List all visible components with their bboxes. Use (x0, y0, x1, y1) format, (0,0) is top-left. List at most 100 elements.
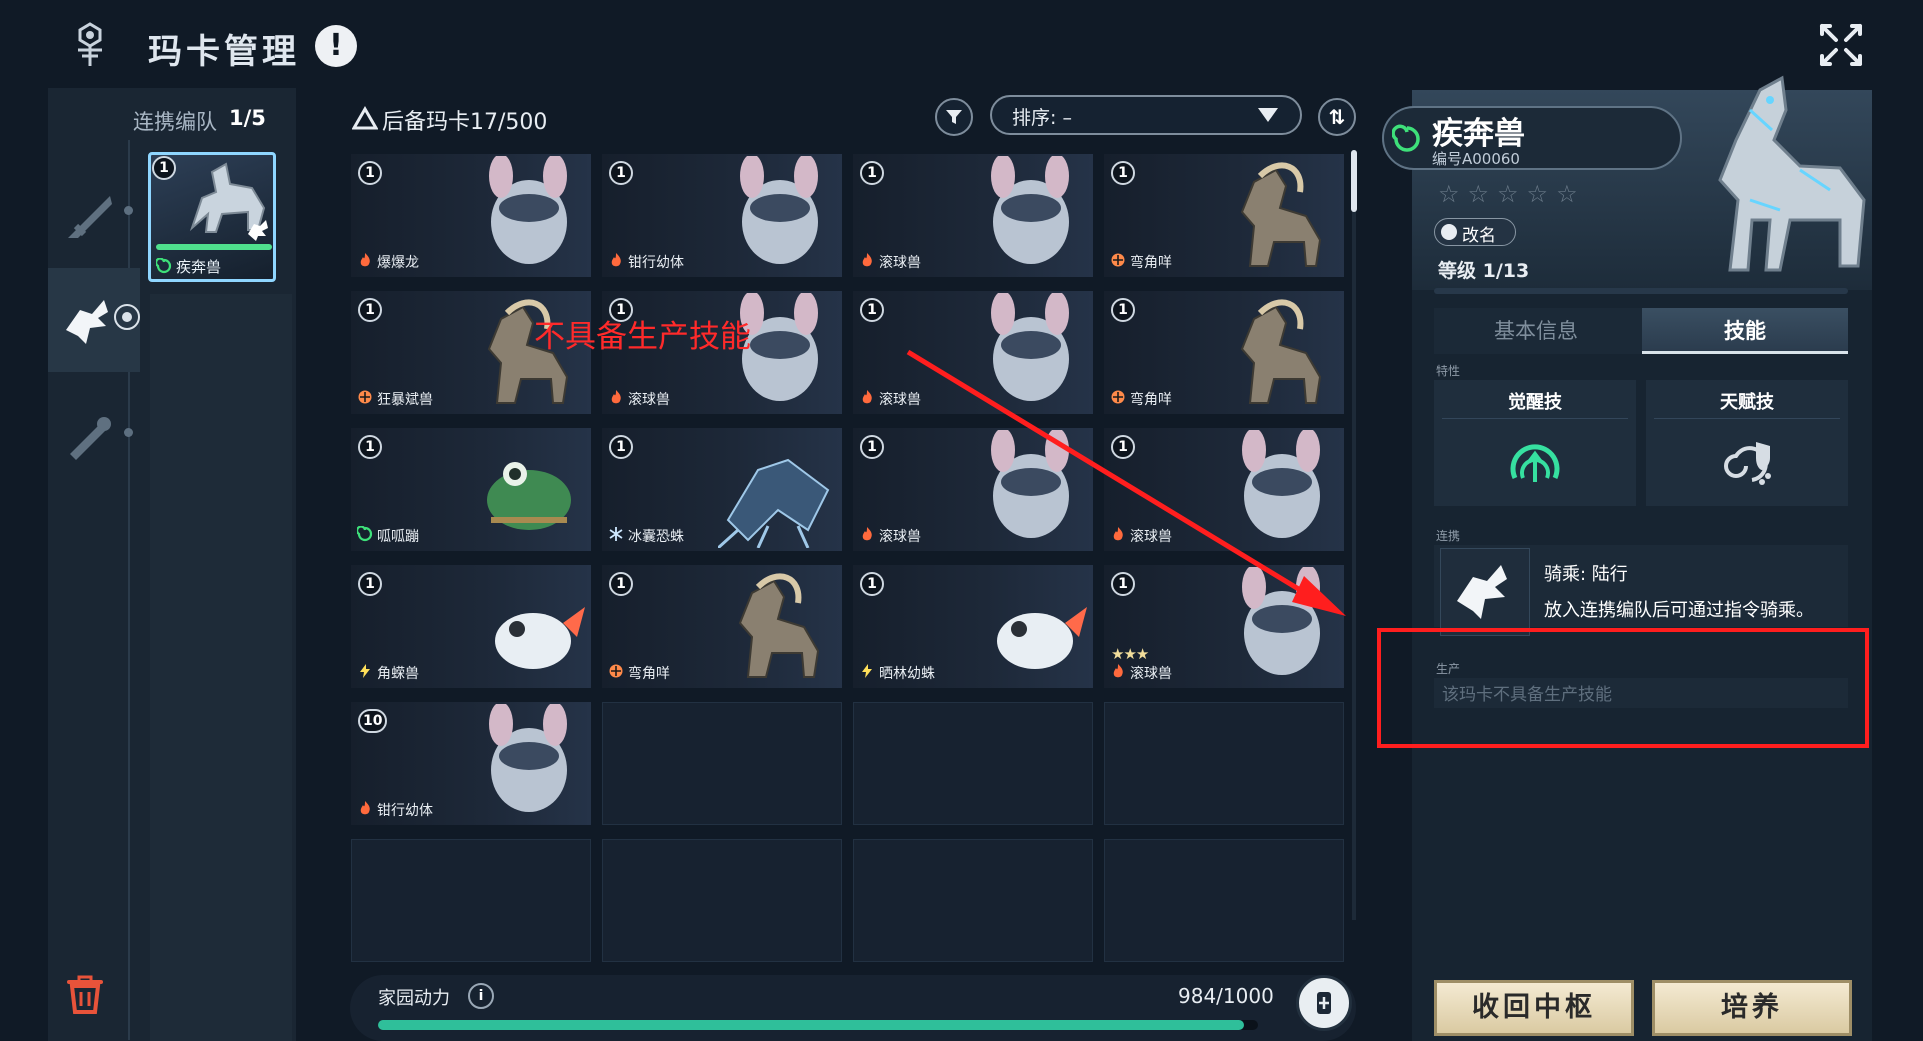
warning-triangle-icon (352, 106, 378, 130)
card-name: 角蝾兽 (377, 666, 419, 682)
energy-info-icon[interactable]: i (468, 983, 494, 1009)
awaken-skill-icon (1510, 444, 1560, 482)
team-title: 连携编队 (133, 110, 217, 134)
annotation-arrow (906, 349, 1346, 616)
trash-icon[interactable] (63, 972, 107, 1016)
empty-card-slot (1104, 839, 1344, 962)
creature-card[interactable]: 1 钳行幼体 (602, 154, 842, 277)
talent-skill-icon (1724, 442, 1771, 485)
rename-label: 改名 (1462, 226, 1496, 246)
link-skill-desc: 放入连携编队后可通过指令骑乘。 (1544, 600, 1814, 621)
creature-card[interactable]: 10 钳行幼体 (351, 702, 591, 825)
target-icon (114, 304, 140, 330)
wind-element-icon (1392, 124, 1420, 152)
team-empty-slots (150, 294, 292, 1041)
earth-element-icon (358, 390, 372, 404)
card-level-badge: 1 (358, 435, 382, 459)
info-icon[interactable]: ! (315, 25, 357, 67)
fire-creature-art (489, 704, 567, 812)
link-skill-title: 骑乘: 陆行 (1544, 564, 1628, 585)
creature-card[interactable]: 1 弯角咩 (602, 565, 842, 688)
card-name: 狂暴斌兽 (377, 392, 433, 408)
close-icon[interactable] (1818, 22, 1864, 68)
card-level-badge: 1 (1111, 161, 1135, 185)
fire-element-icon (611, 253, 621, 267)
home-logo-icon (78, 22, 102, 66)
tab-skills[interactable]: 技能 (1642, 308, 1848, 354)
mount-icon[interactable] (60, 292, 120, 352)
mount-badge-icon (248, 220, 268, 241)
nav-dot (124, 206, 133, 215)
link-label: 连携 (1436, 529, 1461, 543)
wind-element-icon (156, 258, 172, 274)
ice-element-icon (609, 527, 623, 541)
card-name: 钳行幼体 (377, 803, 433, 819)
sort-order-button[interactable]: ⇅ (1318, 98, 1356, 136)
energy-boost-button[interactable] (1296, 975, 1352, 1031)
card-name: 弯角咩 (628, 666, 670, 682)
thunder-element-icon (360, 664, 370, 678)
empty-card-slot (351, 839, 591, 962)
creature-card[interactable]: 1 弯角咩 (1104, 154, 1344, 277)
level-progress (1434, 288, 1848, 294)
ride-skill-tile[interactable] (1440, 548, 1530, 636)
chevron-down-icon (1258, 108, 1278, 122)
empty-card-slot (853, 839, 1093, 962)
page-title: 玛卡管理 (148, 32, 300, 72)
fire-element-icon (1113, 664, 1123, 678)
card-level-badge: 1 (609, 161, 633, 185)
creature-card[interactable]: 1 呱呱蹦 (351, 428, 591, 551)
fire-creature-art (489, 156, 567, 264)
card-name: 钳行幼体 (628, 255, 684, 271)
card-level-badge: 1 (1111, 298, 1135, 322)
thunder-element-icon (862, 664, 872, 678)
card-name: 爆爆龙 (377, 255, 419, 271)
earth-element-icon (609, 664, 623, 678)
fire-creature-art (991, 156, 1069, 264)
sword-icon[interactable] (60, 186, 120, 246)
traits-label: 特性 (1436, 364, 1461, 378)
fire-element-icon (862, 527, 872, 541)
card-level-badge: 1 (358, 298, 382, 322)
tool-icon[interactable] (60, 406, 120, 466)
card-level-badge: 1 (358, 572, 382, 596)
thunder-creature-art (495, 607, 585, 669)
edit-icon (1441, 224, 1457, 240)
battery-icon (1317, 992, 1331, 1014)
train-button[interactable]: 培养 (1652, 980, 1852, 1036)
team-slot-name: 疾奔兽 (176, 258, 222, 276)
level-text: 等级 1/13 (1438, 260, 1530, 282)
annotation-highlight-box (1377, 628, 1869, 748)
talent-skill-label: 天赋技 (1720, 392, 1774, 413)
ride-icon (1457, 565, 1507, 619)
creature-card[interactable]: 1 爆爆龙 (351, 154, 591, 277)
creature-card[interactable]: 1 冰囊恐蛛 (602, 428, 842, 551)
mount-creature-art (1718, 75, 1866, 272)
team-slot-hp-bar (156, 244, 272, 250)
earth-creature-art (1240, 162, 1322, 267)
recall-button[interactable]: 收回中枢 (1434, 980, 1634, 1036)
fire-creature-art (740, 156, 818, 264)
card-name: 滚球兽 (1130, 666, 1172, 682)
card-name: 滚球兽 (628, 392, 670, 408)
scrollbar[interactable] (1351, 150, 1357, 212)
energy-fill (378, 1020, 1244, 1030)
empty-card-slot (602, 702, 842, 825)
divider (1442, 418, 1628, 419)
creature-card[interactable]: 1 角蝾兽 (351, 565, 591, 688)
empty-card-slot (1104, 702, 1344, 825)
fire-element-icon (611, 390, 621, 404)
energy-value: 984/1000 (1178, 984, 1274, 1008)
reserve-title: 后备玛卡17/500 (382, 110, 548, 135)
card-level-badge: 1 (860, 572, 884, 596)
card-level-badge: 1 (860, 298, 884, 322)
card-level-badge: 1 (358, 161, 382, 185)
empty-card-slot (602, 839, 842, 962)
sort-label: 排序: – (1012, 107, 1072, 129)
energy-label: 家园动力 (378, 988, 450, 1009)
card-level-badge: 1 (860, 161, 884, 185)
filter-button[interactable] (935, 98, 973, 136)
tab-basic-info[interactable]: 基本信息 (1434, 308, 1638, 354)
creature-card[interactable]: 1 滚球兽 (853, 154, 1093, 277)
card-level-badge: 1 (860, 435, 884, 459)
